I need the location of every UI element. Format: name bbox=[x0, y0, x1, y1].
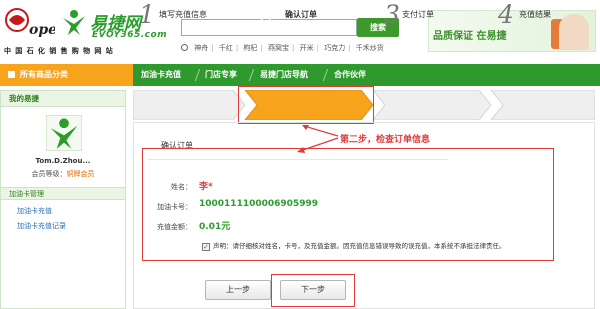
declaration: ✓ 声明：请仔细核对姓名，卡号，及充值金额。因充值信息错误导致的误充值，本系统不承… bbox=[202, 240, 506, 251]
nav-item-recharge[interactable]: 加油卡充值 bbox=[141, 64, 181, 86]
amount-label: 充值金额： bbox=[157, 223, 192, 231]
hot-keyword[interactable]: 千禾炒货 bbox=[356, 44, 384, 52]
hot-keyword[interactable]: 千红 bbox=[219, 44, 233, 52]
amount-value: 0.01元 bbox=[199, 222, 231, 232]
step-number: 2 bbox=[258, 0, 274, 29]
step-number: 4 bbox=[498, 0, 514, 29]
nav-divider bbox=[322, 69, 329, 81]
declaration-checkbox[interactable]: ✓ bbox=[202, 243, 210, 251]
brand-name-en: EVOY365.com bbox=[92, 30, 168, 40]
highlight-next-button bbox=[271, 274, 355, 307]
avatar[interactable] bbox=[46, 115, 82, 151]
search-icon bbox=[181, 44, 188, 51]
hot-keywords: 神舟 | 千红 | 枸杞 | 燕窝宝 | 开米 | 巧克力 | 千禾炒货 bbox=[181, 43, 384, 53]
name-label: 姓名： bbox=[171, 183, 192, 191]
step-label: 确认订单 bbox=[285, 10, 317, 19]
svg-text:opec: opec bbox=[29, 22, 55, 38]
hot-keyword[interactable]: 枸杞 bbox=[243, 44, 257, 52]
step-pay-order: 3 支付订单 bbox=[378, 0, 488, 30]
user-name: Tom.D.Zhou... bbox=[35, 157, 91, 165]
category-icon bbox=[8, 71, 15, 78]
step-confirm-order: 2 确认订单 bbox=[252, 0, 372, 30]
user-level: 会员等级：铜牌会员 bbox=[1, 169, 125, 179]
name-value: 李* bbox=[199, 182, 213, 192]
sidebar-link-recharge[interactable]: 加油卡充值 bbox=[17, 206, 52, 216]
step-label: 充值结果 bbox=[519, 10, 551, 19]
highlight-current-step bbox=[238, 86, 374, 124]
declaration-text: 声明：请仔细核对姓名，卡号，及充值金额。因充值信息错误导致的误充值，本系统不承担… bbox=[213, 242, 506, 250]
nav-item-store-exclusive[interactable]: 门店专享 bbox=[205, 64, 237, 86]
step-number: 3 bbox=[384, 0, 400, 29]
prev-step-button[interactable]: 上一步 bbox=[205, 280, 271, 300]
step-label: 支付订单 bbox=[402, 10, 434, 19]
sinopec-tagline: 中国石化销售购物网站 bbox=[4, 47, 117, 55]
step-fill-info: 1 填写充值信息 bbox=[133, 0, 243, 30]
sinopec-logo-icon: opec bbox=[5, 8, 55, 38]
sidebar-title: 我的易捷 bbox=[1, 91, 125, 107]
card-number-label: 加油卡号： bbox=[157, 203, 192, 211]
nav-item-store-map[interactable]: 易捷门店导航 bbox=[260, 64, 308, 86]
card-number-value: 1000111100006905999 bbox=[199, 199, 318, 209]
all-categories-button[interactable]: 所有商品分类 bbox=[0, 64, 133, 86]
brand-mascot-icon bbox=[63, 10, 85, 35]
hot-keyword[interactable]: 开米 bbox=[300, 44, 314, 52]
sidebar-section-card-management[interactable]: 加油卡管理 bbox=[1, 187, 125, 200]
main-nav: 所有商品分类 加油卡充值 门店专享 易捷门店导航 合作伙伴 bbox=[0, 64, 600, 86]
page: opec 中国石化销售购物网站 易捷网 EVOY365.com 搜索 神舟| 千… bbox=[0, 0, 600, 309]
user-avatar-icon bbox=[50, 118, 78, 149]
step-recharge-result: 4 充值结果 bbox=[492, 0, 592, 30]
level-value: 铜牌会员 bbox=[66, 170, 95, 178]
hot-keyword[interactable]: 燕窝宝 bbox=[268, 44, 289, 52]
hot-keyword[interactable]: 神舟 bbox=[194, 44, 208, 52]
step-label: 填写充值信息 bbox=[159, 10, 207, 19]
annotation-text: 第二步，检查订单信息 bbox=[340, 135, 431, 145]
step-number: 1 bbox=[139, 0, 155, 29]
sidebar: 我的易捷 Tom.D.Zhou... 会员等级：铜牌会员 加油卡管理 加油卡充值… bbox=[0, 90, 126, 309]
nav-item-partners[interactable]: 合作伙伴 bbox=[334, 64, 366, 86]
level-label: 会员等级： bbox=[31, 170, 67, 178]
all-categories-label: 所有商品分类 bbox=[20, 70, 68, 79]
hot-keyword[interactable]: 巧克力 bbox=[324, 44, 345, 52]
sidebar-link-recharge-history[interactable]: 加油卡充值记录 bbox=[17, 221, 66, 231]
nav-divider bbox=[194, 69, 201, 81]
nav-divider bbox=[248, 69, 255, 81]
